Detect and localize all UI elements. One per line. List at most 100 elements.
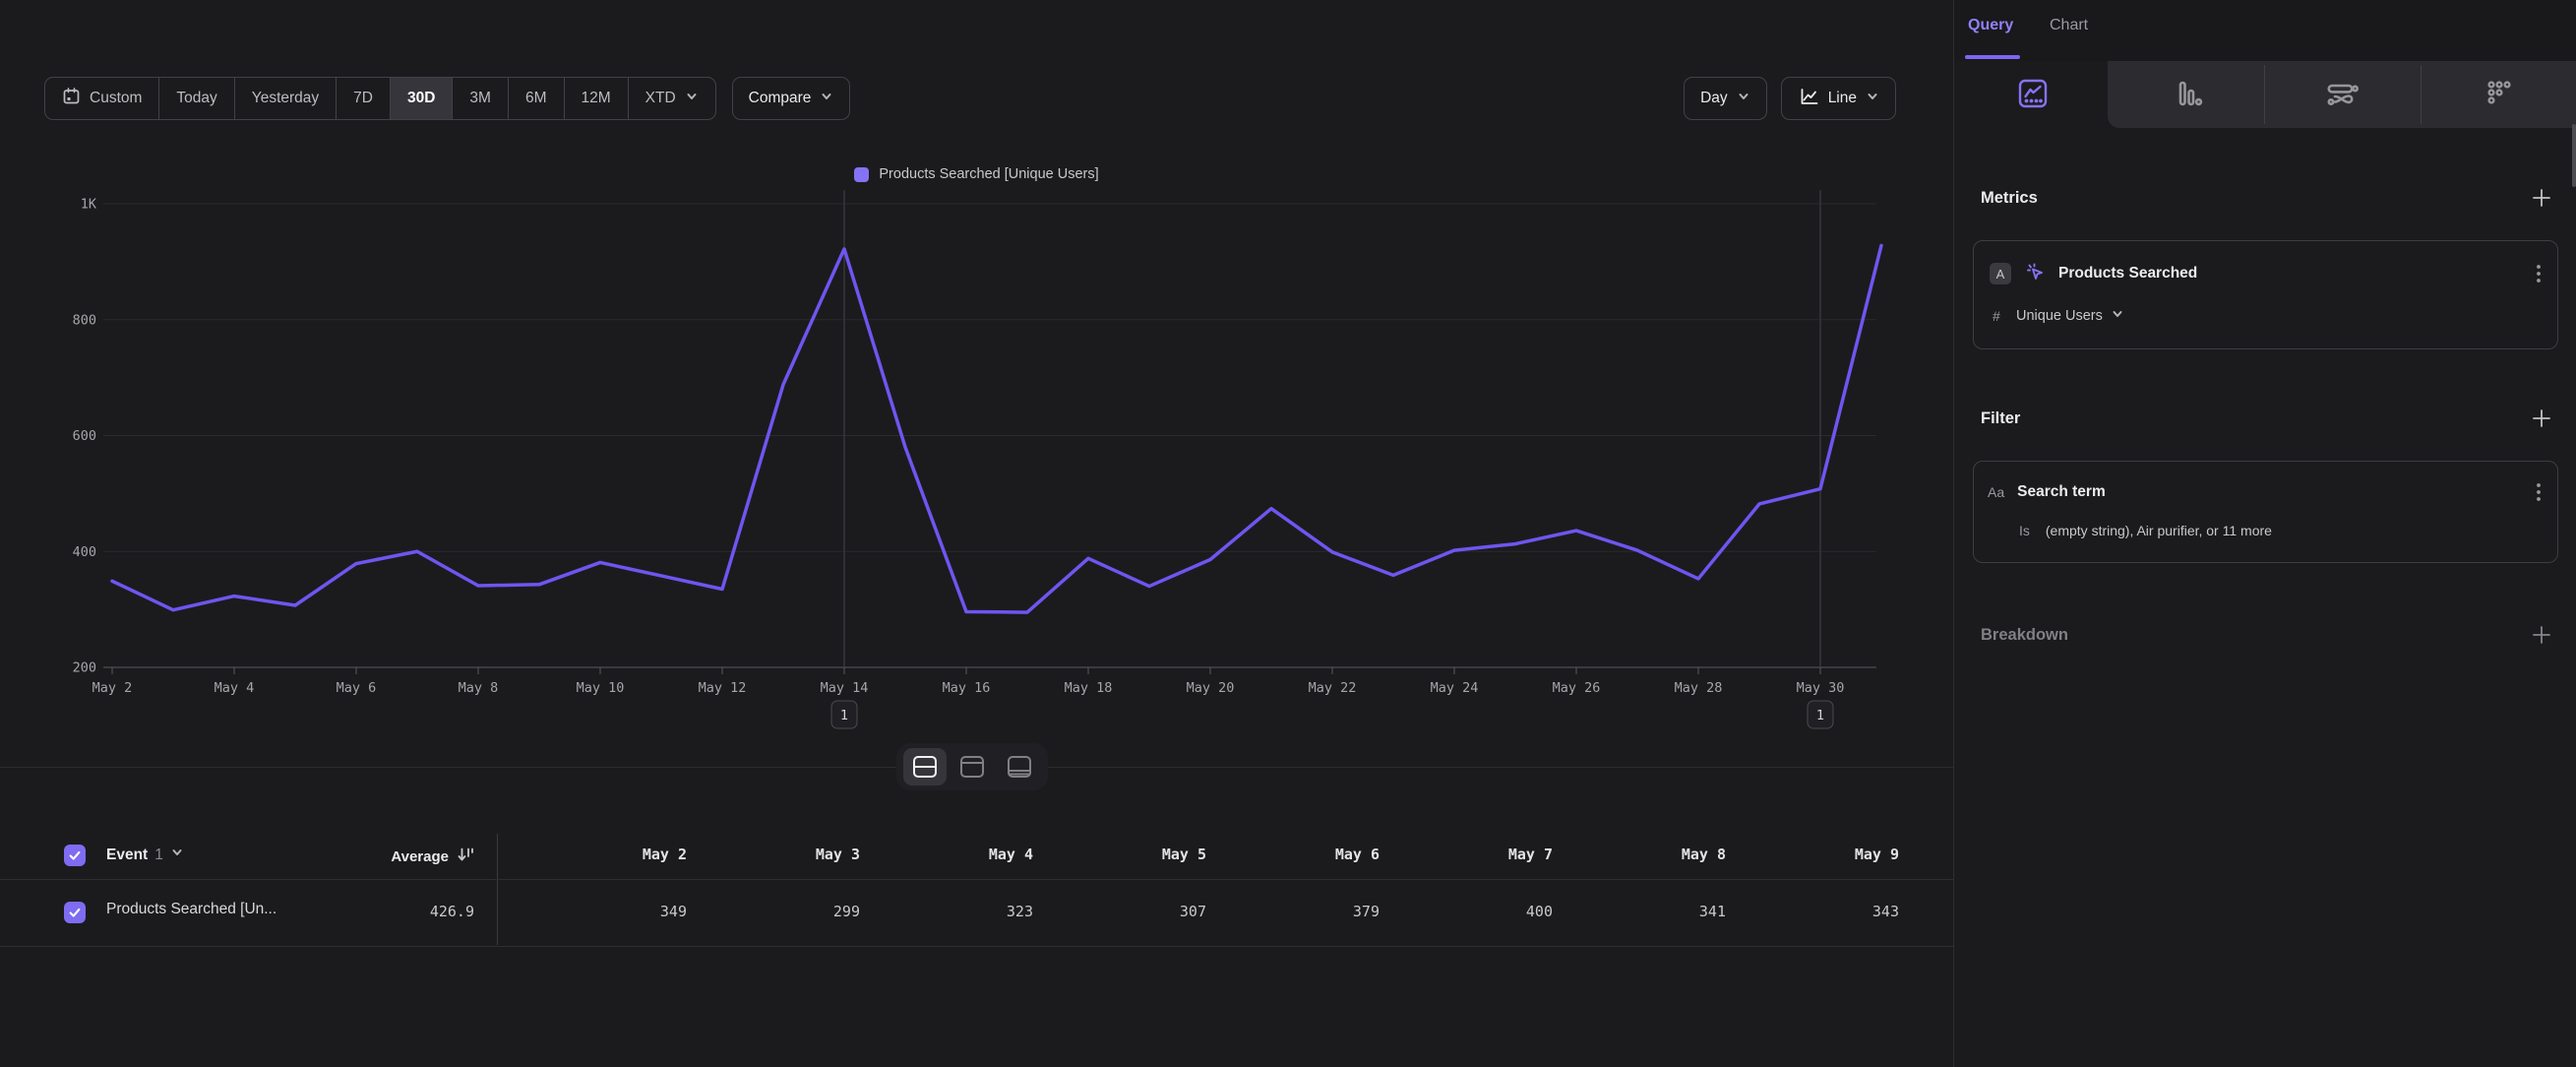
line-chart[interactable]: 2004006008001KMay 2May 4May 6May 8May 10… xyxy=(39,182,1899,743)
legend-label: Products Searched [Unique Users] xyxy=(879,166,1098,182)
y-axis-label: 400 xyxy=(73,544,96,560)
data-series-line[interactable] xyxy=(112,245,1881,612)
day-column-header[interactable]: May 3 xyxy=(816,846,860,863)
metrics-title: Metrics xyxy=(1981,189,2038,208)
string-type-icon: Aa xyxy=(1988,484,2004,500)
x-axis-label: May 26 xyxy=(1553,680,1601,696)
table-cell-value: 343 xyxy=(1872,903,1899,920)
app-root: CustomTodayYesterday7D30D3M6M12MXTD Comp… xyxy=(0,0,2576,1067)
day-column-header[interactable]: May 6 xyxy=(1335,846,1380,863)
x-axis-label: May 18 xyxy=(1065,680,1113,696)
tab-flow-chart[interactable] xyxy=(2265,61,2420,128)
table-cell-value: 307 xyxy=(1180,903,1206,920)
bar-chart-icon xyxy=(2171,77,2204,113)
y-axis-label: 200 xyxy=(73,660,96,676)
line-chart-icon xyxy=(1798,86,1819,112)
filter-operator[interactable]: Is xyxy=(2019,523,2030,538)
granularity-dropdown[interactable]: Day xyxy=(1684,77,1767,120)
x-axis-label: May 8 xyxy=(459,680,499,696)
dots-grid-icon xyxy=(2483,77,2516,113)
x-axis-label: May 30 xyxy=(1797,680,1845,696)
x-axis-label: May 2 xyxy=(92,680,133,696)
annotation-badge-label: 1 xyxy=(1816,708,1824,723)
toolbar-right: Day Line xyxy=(1684,77,1896,120)
date-range-selector: CustomTodayYesterday7D30D3M6M12MXTD xyxy=(44,77,716,120)
event-pointer-icon xyxy=(2024,261,2046,287)
x-axis-label: May 22 xyxy=(1309,680,1357,696)
day-column-header[interactable]: May 5 xyxy=(1162,846,1206,863)
aggregation-dropdown[interactable]: Unique Users xyxy=(2016,307,2124,325)
add-filter-button[interactable] xyxy=(2531,408,2552,429)
y-axis-label: 1K xyxy=(81,197,97,213)
legend-swatch xyxy=(854,167,869,182)
filter-card[interactable]: Aa Search term Is (empty string), Air pu… xyxy=(1973,461,2558,563)
kebab-menu-icon[interactable] xyxy=(2536,481,2542,503)
day-column-header[interactable]: May 9 xyxy=(1855,846,1899,863)
x-axis-label: May 6 xyxy=(337,680,377,696)
add-metric-button[interactable] xyxy=(2531,187,2552,209)
date-range-today[interactable]: Today xyxy=(158,78,233,119)
select-all-checkbox[interactable] xyxy=(64,845,86,866)
breakdown-title: Breakdown xyxy=(1981,626,2068,645)
day-column-header[interactable]: May 4 xyxy=(989,846,1033,863)
data-table: Event 1 Average May 2 May 3 May 4 May 5 May … xyxy=(0,832,1953,947)
filter-value[interactable]: (empty string), Air purifier, or 11 more xyxy=(2046,523,2272,538)
chart-type-label: Line xyxy=(1828,90,1857,107)
calendar-icon xyxy=(62,87,81,110)
y-axis-label: 800 xyxy=(73,312,96,328)
metric-card[interactable]: A Products Searched # Unique Users xyxy=(1973,240,2558,349)
date-range-custom[interactable]: Custom xyxy=(45,78,158,119)
chart-type-dropdown[interactable]: Line xyxy=(1781,77,1896,120)
compare-label: Compare xyxy=(749,90,812,107)
date-range-12m[interactable]: 12M xyxy=(564,78,628,119)
sidebar-scrollbar-thumb[interactable] xyxy=(2572,124,2576,187)
annotation-badge-label: 1 xyxy=(840,708,848,723)
insights-line-chart-icon xyxy=(2016,77,2050,113)
granularity-label: Day xyxy=(1700,90,1728,107)
y-axis-label: 600 xyxy=(73,428,96,444)
tab-insights-chart[interactable] xyxy=(1955,61,2110,128)
average-column-header[interactable]: Average xyxy=(391,846,474,867)
day-column-header[interactable]: May 2 xyxy=(643,846,687,863)
filter-section-header: Filter xyxy=(1981,408,2552,429)
date-range-xtd[interactable]: XTD xyxy=(628,78,715,119)
table-cell-value: 400 xyxy=(1526,903,1553,920)
tab-bar-chart[interactable] xyxy=(2110,61,2264,128)
date-range-30d[interactable]: 30D xyxy=(390,78,452,119)
active-tab-underline xyxy=(1965,55,2020,59)
chevron-down-icon xyxy=(1866,90,1879,108)
main-area: CustomTodayYesterday7D30D3M6M12MXTD Comp… xyxy=(0,0,1953,1067)
x-axis-label: May 24 xyxy=(1431,680,1479,696)
layout-table-only-button[interactable] xyxy=(998,748,1041,785)
tab-query[interactable]: Query xyxy=(1968,17,2013,34)
day-column-header[interactable]: May 7 xyxy=(1508,846,1553,863)
metric-series-badge: A xyxy=(1990,263,2011,284)
table-cell-value: 299 xyxy=(833,903,860,920)
filter-title: Filter xyxy=(1981,409,2020,428)
layout-split-button[interactable] xyxy=(903,748,947,785)
chevron-down-icon xyxy=(685,90,699,108)
row-checkbox[interactable] xyxy=(64,902,86,923)
x-axis-label: May 28 xyxy=(1675,680,1723,696)
breakdown-section-header: Breakdown xyxy=(1981,624,2552,646)
table-row[interactable]: Products Searched [Un... 426.9 349299323… xyxy=(0,879,1953,946)
date-range-yesterday[interactable]: Yesterday xyxy=(234,78,336,119)
tab-retention-chart[interactable] xyxy=(2422,61,2576,128)
query-sidebar: Query Chart xyxy=(1953,0,2576,1067)
kebab-menu-icon[interactable] xyxy=(2536,263,2542,284)
day-column-header[interactable]: May 8 xyxy=(1682,846,1726,863)
date-range-6m[interactable]: 6M xyxy=(508,78,564,119)
toolbar: CustomTodayYesterday7D30D3M6M12MXTD Comp… xyxy=(44,77,1896,120)
x-axis-label: May 4 xyxy=(215,680,255,696)
date-range-3m[interactable]: 3M xyxy=(452,78,508,119)
layout-toggle xyxy=(896,743,1048,790)
compare-button[interactable]: Compare xyxy=(732,77,851,120)
date-range-7d[interactable]: 7D xyxy=(336,78,390,119)
add-breakdown-button[interactable] xyxy=(2531,624,2552,646)
tab-chart[interactable]: Chart xyxy=(2050,17,2088,34)
event-column-header[interactable]: Event 1 xyxy=(106,846,184,864)
sidebar-tab-bar: Query Chart xyxy=(1954,0,2576,61)
metrics-section-header: Metrics xyxy=(1981,187,2552,209)
event-label: Event xyxy=(106,847,148,864)
layout-chart-only-button[interactable] xyxy=(951,748,994,785)
